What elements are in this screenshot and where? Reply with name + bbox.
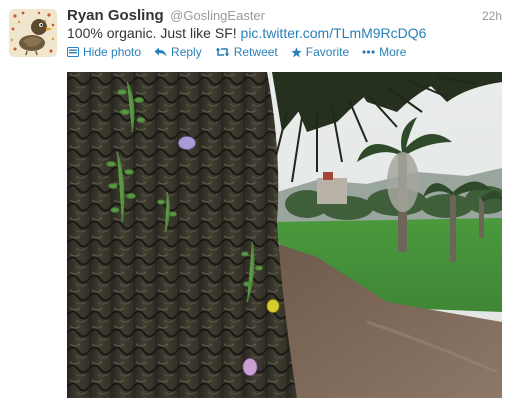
yellow-easter-egg [266,299,280,313]
hide-photo-button[interactable]: Hide photo [67,45,141,59]
author-name[interactable]: Ryan Gosling [67,7,164,24]
retweet-label: Retweet [233,45,278,59]
pink-easter-egg [242,358,258,376]
palm-tree-easter-eggs-photo [67,72,502,398]
reply-arrow-icon [154,47,167,57]
tweet-photo[interactable] [67,72,502,398]
purple-easter-egg [178,136,196,150]
tweet-header: Ryan Gosling @GoslingEaster 22h [67,7,502,27]
photo-icon [67,47,79,57]
reply-label: Reply [171,45,202,59]
gosling-avatar-image [9,9,57,57]
more-label: More [379,45,407,59]
hide-photo-label: Hide photo [83,45,142,59]
author-handle[interactable]: @GoslingEaster [170,8,265,23]
star-icon [291,46,302,57]
tweet-timestamp[interactable]: 22h [482,9,502,23]
retweet-arrows-icon [215,47,230,57]
ellipsis-icon [362,50,375,54]
tweet: Ryan Gosling @GoslingEaster 22h 100% org… [0,0,512,407]
tweet-actions: Hide photo Reply Retweet Favorite More [67,45,419,59]
more-button[interactable]: More [362,45,406,59]
photo-link[interactable]: pic.twitter.com/TLmM9RcDQ6 [241,25,427,41]
reply-button[interactable]: Reply [154,45,202,59]
favorite-label: Favorite [305,45,350,59]
favorite-button[interactable]: Favorite [291,45,349,59]
tweet-text: 100% organic. Just like SF! pic.twitter.… [67,25,426,41]
retweet-button[interactable]: Retweet [215,45,278,59]
tweet-body: 100% organic. Just like SF! [67,25,237,41]
avatar[interactable] [9,9,57,57]
